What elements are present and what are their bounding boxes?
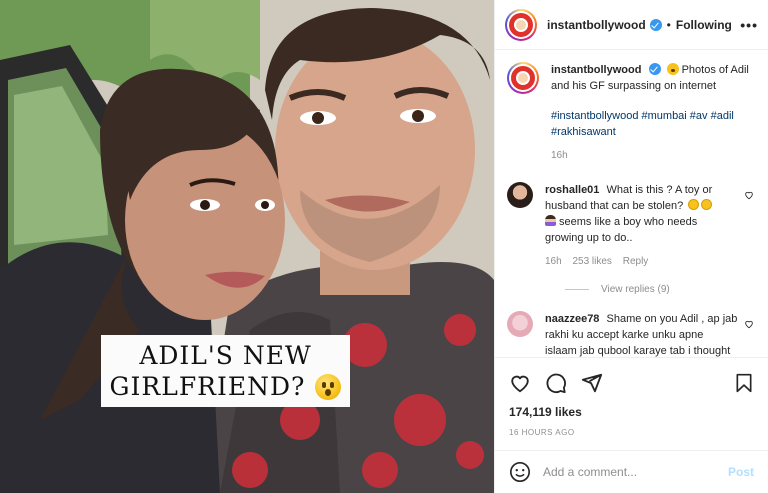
- view-replies-label: View replies (9): [601, 284, 670, 295]
- photo-caption-card: ADIL'S NEW GIRLFRIEND?: [101, 335, 350, 407]
- post-photo[interactable]: ADIL'S NEW GIRLFRIEND?: [0, 0, 494, 493]
- caption-author-avatar[interactable]: [507, 62, 539, 94]
- person-emoji-icon: [545, 215, 556, 226]
- like-comment-heart-icon[interactable]: [744, 190, 754, 200]
- comment-age: 16h: [545, 256, 562, 267]
- comment-input[interactable]: [543, 465, 728, 479]
- following-button[interactable]: Following: [676, 18, 732, 32]
- commenter-username[interactable]: roshalle01: [545, 184, 599, 196]
- author-username[interactable]: instantbollywood: [547, 18, 646, 32]
- commenter-avatar[interactable]: [507, 182, 533, 208]
- face-emoji-icon: [701, 199, 713, 210]
- more-options-button[interactable]: •••: [740, 17, 758, 33]
- emoji-smiley-icon[interactable]: [509, 461, 531, 483]
- comment-likes[interactable]: 253 likes: [572, 256, 611, 267]
- view-replies-button[interactable]: View replies (9): [565, 284, 756, 295]
- comments-list[interactable]: instantbollywood Photos of Adil and his …: [495, 50, 768, 357]
- author-avatar[interactable]: [505, 8, 537, 41]
- header-separator: •: [666, 17, 671, 32]
- save-bookmark-icon[interactable]: [734, 373, 754, 393]
- caption-username[interactable]: instantbollywood: [551, 64, 641, 76]
- surprised-emoji-icon: [666, 63, 679, 75]
- comment-item: naazzee78 Shame on you Adil , ap jab rak…: [507, 311, 756, 357]
- caption-line-2-text: GIRLFRIEND?: [109, 372, 306, 401]
- caption-line-1: ADIL'S NEW: [139, 341, 312, 370]
- comment-meta: 16h 253 likes Reply: [545, 254, 738, 270]
- astonished-emoji-icon: [315, 373, 342, 400]
- replies-divider: [565, 289, 589, 290]
- post-caption: instantbollywood Photos of Adil and his …: [507, 62, 756, 164]
- comment-bubble-icon[interactable]: [545, 372, 567, 394]
- share-paper-plane-icon[interactable]: [581, 372, 603, 394]
- photo-illustration: [0, 0, 494, 493]
- post-actions-bar: [495, 357, 768, 407]
- post-side-panel: instantbollywood • Following ••• instant…: [494, 0, 768, 493]
- caption-line-2: GIRLFRIEND?: [110, 371, 342, 402]
- comment-reply-button[interactable]: Reply: [623, 256, 649, 267]
- commenter-username[interactable]: naazzee78: [545, 313, 599, 325]
- post-header: instantbollywood • Following •••: [495, 0, 768, 50]
- caption-age: 16h: [551, 150, 568, 161]
- comment-item: roshalle01 What is this ? A toy or husba…: [507, 182, 756, 270]
- post-comment-button[interactable]: Post: [728, 465, 754, 479]
- commenter-avatar[interactable]: [507, 311, 533, 337]
- comment-text-continued: seems like a boy who needs growing up to…: [545, 216, 698, 244]
- verified-badge-icon: [649, 18, 662, 31]
- likes-count[interactable]: 174,119 likes: [509, 405, 582, 419]
- face-emoji-icon: [688, 199, 700, 210]
- like-comment-heart-icon[interactable]: [744, 319, 754, 329]
- comment-composer: Post: [495, 450, 768, 493]
- post-timestamp[interactable]: 16 HOURS AGO: [509, 428, 575, 437]
- like-heart-icon[interactable]: [509, 372, 531, 394]
- verified-badge-icon: [649, 63, 662, 75]
- caption-hashtags[interactable]: #instantbollywood #mumbai #av #adil #rak…: [551, 108, 756, 140]
